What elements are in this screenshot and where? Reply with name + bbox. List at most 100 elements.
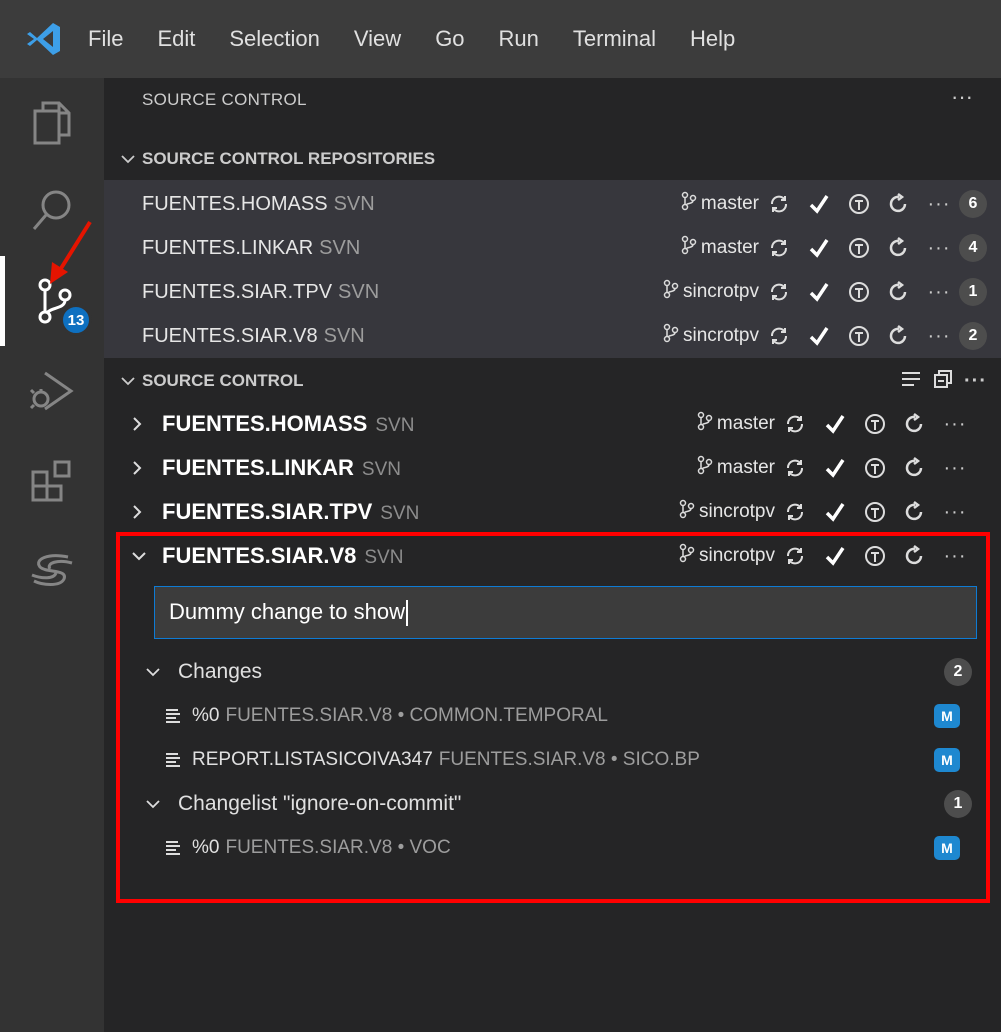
scm-repository-more-button[interactable]: ··· [935, 402, 975, 446]
modified-status-badge: M [934, 704, 960, 728]
sidebar-more-button[interactable]: ··· [951, 84, 973, 110]
repository-row[interactable]: FUENTES.HOMASS SVN master ··· 6 [104, 182, 1001, 226]
scm-repository-name: FUENTES.HOMASS [162, 411, 368, 436]
source-control-badge: 13 [60, 304, 92, 336]
menu-selection[interactable]: Selection [229, 26, 320, 52]
branch-label: master [700, 193, 759, 214]
sync-icon[interactable] [775, 446, 815, 490]
refresh-icon[interactable] [895, 446, 935, 490]
explorer-icon[interactable] [0, 78, 104, 168]
refresh-icon[interactable] [879, 226, 919, 270]
repository-more-button[interactable]: ··· [919, 270, 959, 314]
repository-row[interactable]: FUENTES.LINKAR SVN master ··· 4 [104, 226, 1001, 270]
changelist-group-header[interactable]: Changelist "ignore-on-commit" 1 [104, 782, 1001, 826]
repository-row[interactable]: FUENTES.SIAR.TPV SVN sincrotpv ··· 1 [104, 270, 1001, 314]
update-icon[interactable] [839, 270, 879, 314]
git-branch-icon [697, 411, 713, 437]
file-name: %0 [192, 837, 220, 858]
section-source-control-header[interactable]: SOURCE CONTROL ··· [104, 360, 1001, 402]
branch-button[interactable]: sincrotpv [663, 279, 759, 305]
changelist-group-label: Changelist "ignore-on-commit" [178, 792, 462, 815]
repository-more-button[interactable]: ··· [919, 182, 959, 226]
branch-button[interactable]: master [697, 411, 775, 437]
extensions-icon[interactable] [0, 436, 104, 526]
section-repositories-header[interactable]: SOURCE CONTROL REPOSITORIES [104, 138, 1001, 180]
scm-repository-row[interactable]: FUENTES.HOMASS SVN master ··· [104, 402, 1001, 446]
update-icon[interactable] [855, 446, 895, 490]
refresh-icon[interactable] [879, 182, 919, 226]
commit-message-input[interactable]: Dummy change to show [154, 586, 977, 639]
update-icon[interactable] [855, 490, 895, 534]
branch-button[interactable]: master [681, 191, 759, 217]
menu-run[interactable]: Run [499, 26, 539, 52]
branch-button[interactable]: master [697, 455, 775, 481]
sync-icon[interactable] [759, 314, 799, 358]
branch-label: master [716, 413, 775, 434]
repository-row[interactable]: FUENTES.SIAR.V8 SVN sincrotpv ··· 2 [104, 314, 1001, 358]
scm-repository-row[interactable]: FUENTES.LINKAR SVN master ··· [104, 446, 1001, 490]
commit-check-icon[interactable] [799, 270, 839, 314]
chevron-down-icon [104, 151, 142, 167]
branch-button[interactable]: sincrotpv [663, 323, 759, 349]
svn-extension-icon[interactable] [0, 526, 104, 616]
repository-more-button[interactable]: ··· [919, 314, 959, 358]
file-description: FUENTES.SIAR.V8 • VOC [225, 837, 451, 858]
changed-file-row[interactable]: %0 FUENTES.SIAR.V8 • COMMON.TEMPORAL M [104, 694, 1001, 738]
branch-button[interactable]: master [681, 235, 759, 261]
modified-status-badge: M [934, 836, 960, 860]
git-branch-icon [663, 323, 679, 349]
changed-file-row[interactable]: REPORT.LISTASICOIVA347 FUENTES.SIAR.V8 • … [104, 738, 1001, 782]
scm-repository-more-button[interactable]: ··· [935, 446, 975, 490]
refresh-icon[interactable] [895, 402, 935, 446]
scm-repository-more-button[interactable]: ··· [935, 490, 975, 534]
git-branch-icon [697, 455, 713, 481]
branch-button[interactable]: sincrotpv [679, 499, 775, 525]
commit-check-icon[interactable] [815, 402, 855, 446]
menu-terminal[interactable]: Terminal [573, 26, 656, 52]
changelist-count-badge: 1 [944, 790, 972, 818]
commit-message-text: Dummy change to show [169, 599, 405, 624]
view-as-list-icon[interactable] [900, 369, 922, 394]
update-icon[interactable] [839, 182, 879, 226]
repository-type: SVN [323, 324, 365, 347]
commit-check-icon[interactable] [799, 226, 839, 270]
update-icon[interactable] [855, 402, 895, 446]
changes-group-header[interactable]: Changes 2 [104, 650, 1001, 694]
refresh-icon[interactable] [879, 314, 919, 358]
sync-icon[interactable] [759, 182, 799, 226]
commit-check-icon[interactable] [815, 446, 855, 490]
scm-repository-row[interactable]: FUENTES.SIAR.TPV SVN sincrotpv ··· [104, 490, 1001, 534]
sync-icon[interactable] [775, 402, 815, 446]
repository-count-badge: 2 [959, 322, 987, 350]
sync-icon[interactable] [759, 226, 799, 270]
collapse-all-icon[interactable] [932, 368, 954, 395]
activity-bar: 13 [0, 78, 104, 1032]
repository-type: SVN [333, 192, 375, 215]
modified-status-badge: M [934, 748, 960, 772]
sync-icon[interactable] [775, 490, 815, 534]
menu-help[interactable]: Help [690, 26, 735, 52]
repository-count-badge: 4 [959, 234, 987, 262]
menu-go[interactable]: Go [435, 26, 464, 52]
refresh-icon[interactable] [879, 270, 919, 314]
file-name: %0 [192, 705, 220, 726]
branch-label: master [700, 237, 759, 258]
commit-check-icon[interactable] [799, 314, 839, 358]
source-control-more-button[interactable]: ··· [964, 370, 987, 393]
update-icon[interactable] [839, 226, 879, 270]
commit-check-icon[interactable] [815, 490, 855, 534]
git-branch-icon [679, 499, 695, 525]
repository-more-button[interactable]: ··· [919, 226, 959, 270]
git-branch-icon [681, 235, 697, 261]
menu-view[interactable]: View [354, 26, 401, 52]
run-debug-icon[interactable] [0, 346, 104, 436]
text-caret [406, 600, 408, 627]
commit-check-icon[interactable] [799, 182, 839, 226]
chevron-down-icon [104, 373, 142, 389]
refresh-icon[interactable] [895, 490, 935, 534]
menu-file[interactable]: File [88, 26, 123, 52]
changed-file-row[interactable]: %0 FUENTES.SIAR.V8 • VOC M [104, 826, 1001, 870]
update-icon[interactable] [839, 314, 879, 358]
sync-icon[interactable] [759, 270, 799, 314]
menu-edit[interactable]: Edit [157, 26, 195, 52]
